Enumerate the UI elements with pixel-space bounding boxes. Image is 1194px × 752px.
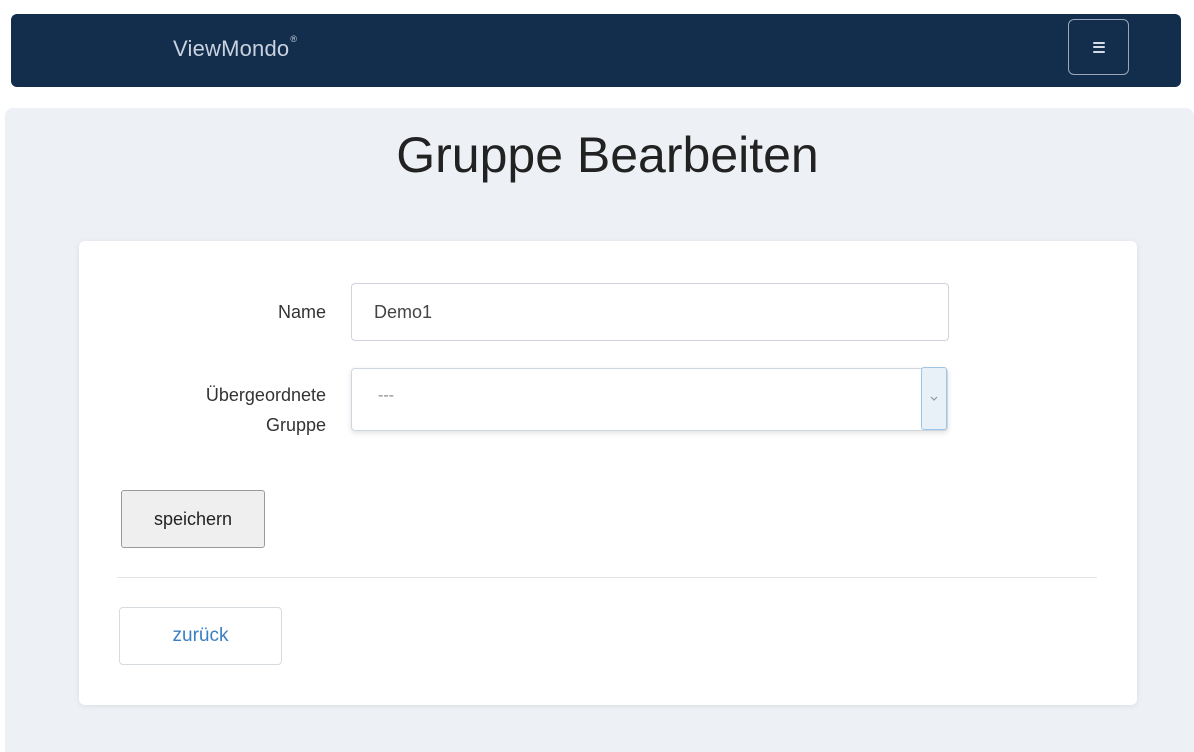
parent-group-label-line2: Gruppe bbox=[265, 415, 326, 435]
page-title: Gruppe Bearbeiten bbox=[396, 127, 819, 183]
chevron-down-icon[interactable] bbox=[921, 367, 947, 430]
parent-group-label: Übergeordnete Gruppe bbox=[206, 380, 326, 440]
brand-name: ViewMondo bbox=[173, 36, 290, 61]
parent-group-selected-value: --- bbox=[378, 387, 394, 404]
divider bbox=[117, 577, 1097, 578]
parent-group-select[interactable]: --- bbox=[351, 367, 948, 431]
back-button[interactable]: zurück bbox=[119, 607, 282, 665]
name-label: Name bbox=[277, 302, 326, 322]
menu-toggle-button[interactable] bbox=[1068, 19, 1129, 75]
hamburger-icon bbox=[1092, 41, 1105, 53]
top-navbar: ViewMondo® bbox=[11, 14, 1181, 87]
brand-logo[interactable]: ViewMondo® bbox=[173, 33, 298, 62]
name-input[interactable]: Demo1 bbox=[351, 283, 949, 341]
registered-mark: ® bbox=[290, 33, 298, 44]
edit-group-form-card: Name Demo1 Übergeordnete Gruppe --- spei… bbox=[79, 241, 1137, 705]
parent-group-label-line1: Übergeordnete bbox=[205, 385, 326, 405]
save-button[interactable]: speichern bbox=[121, 490, 265, 548]
